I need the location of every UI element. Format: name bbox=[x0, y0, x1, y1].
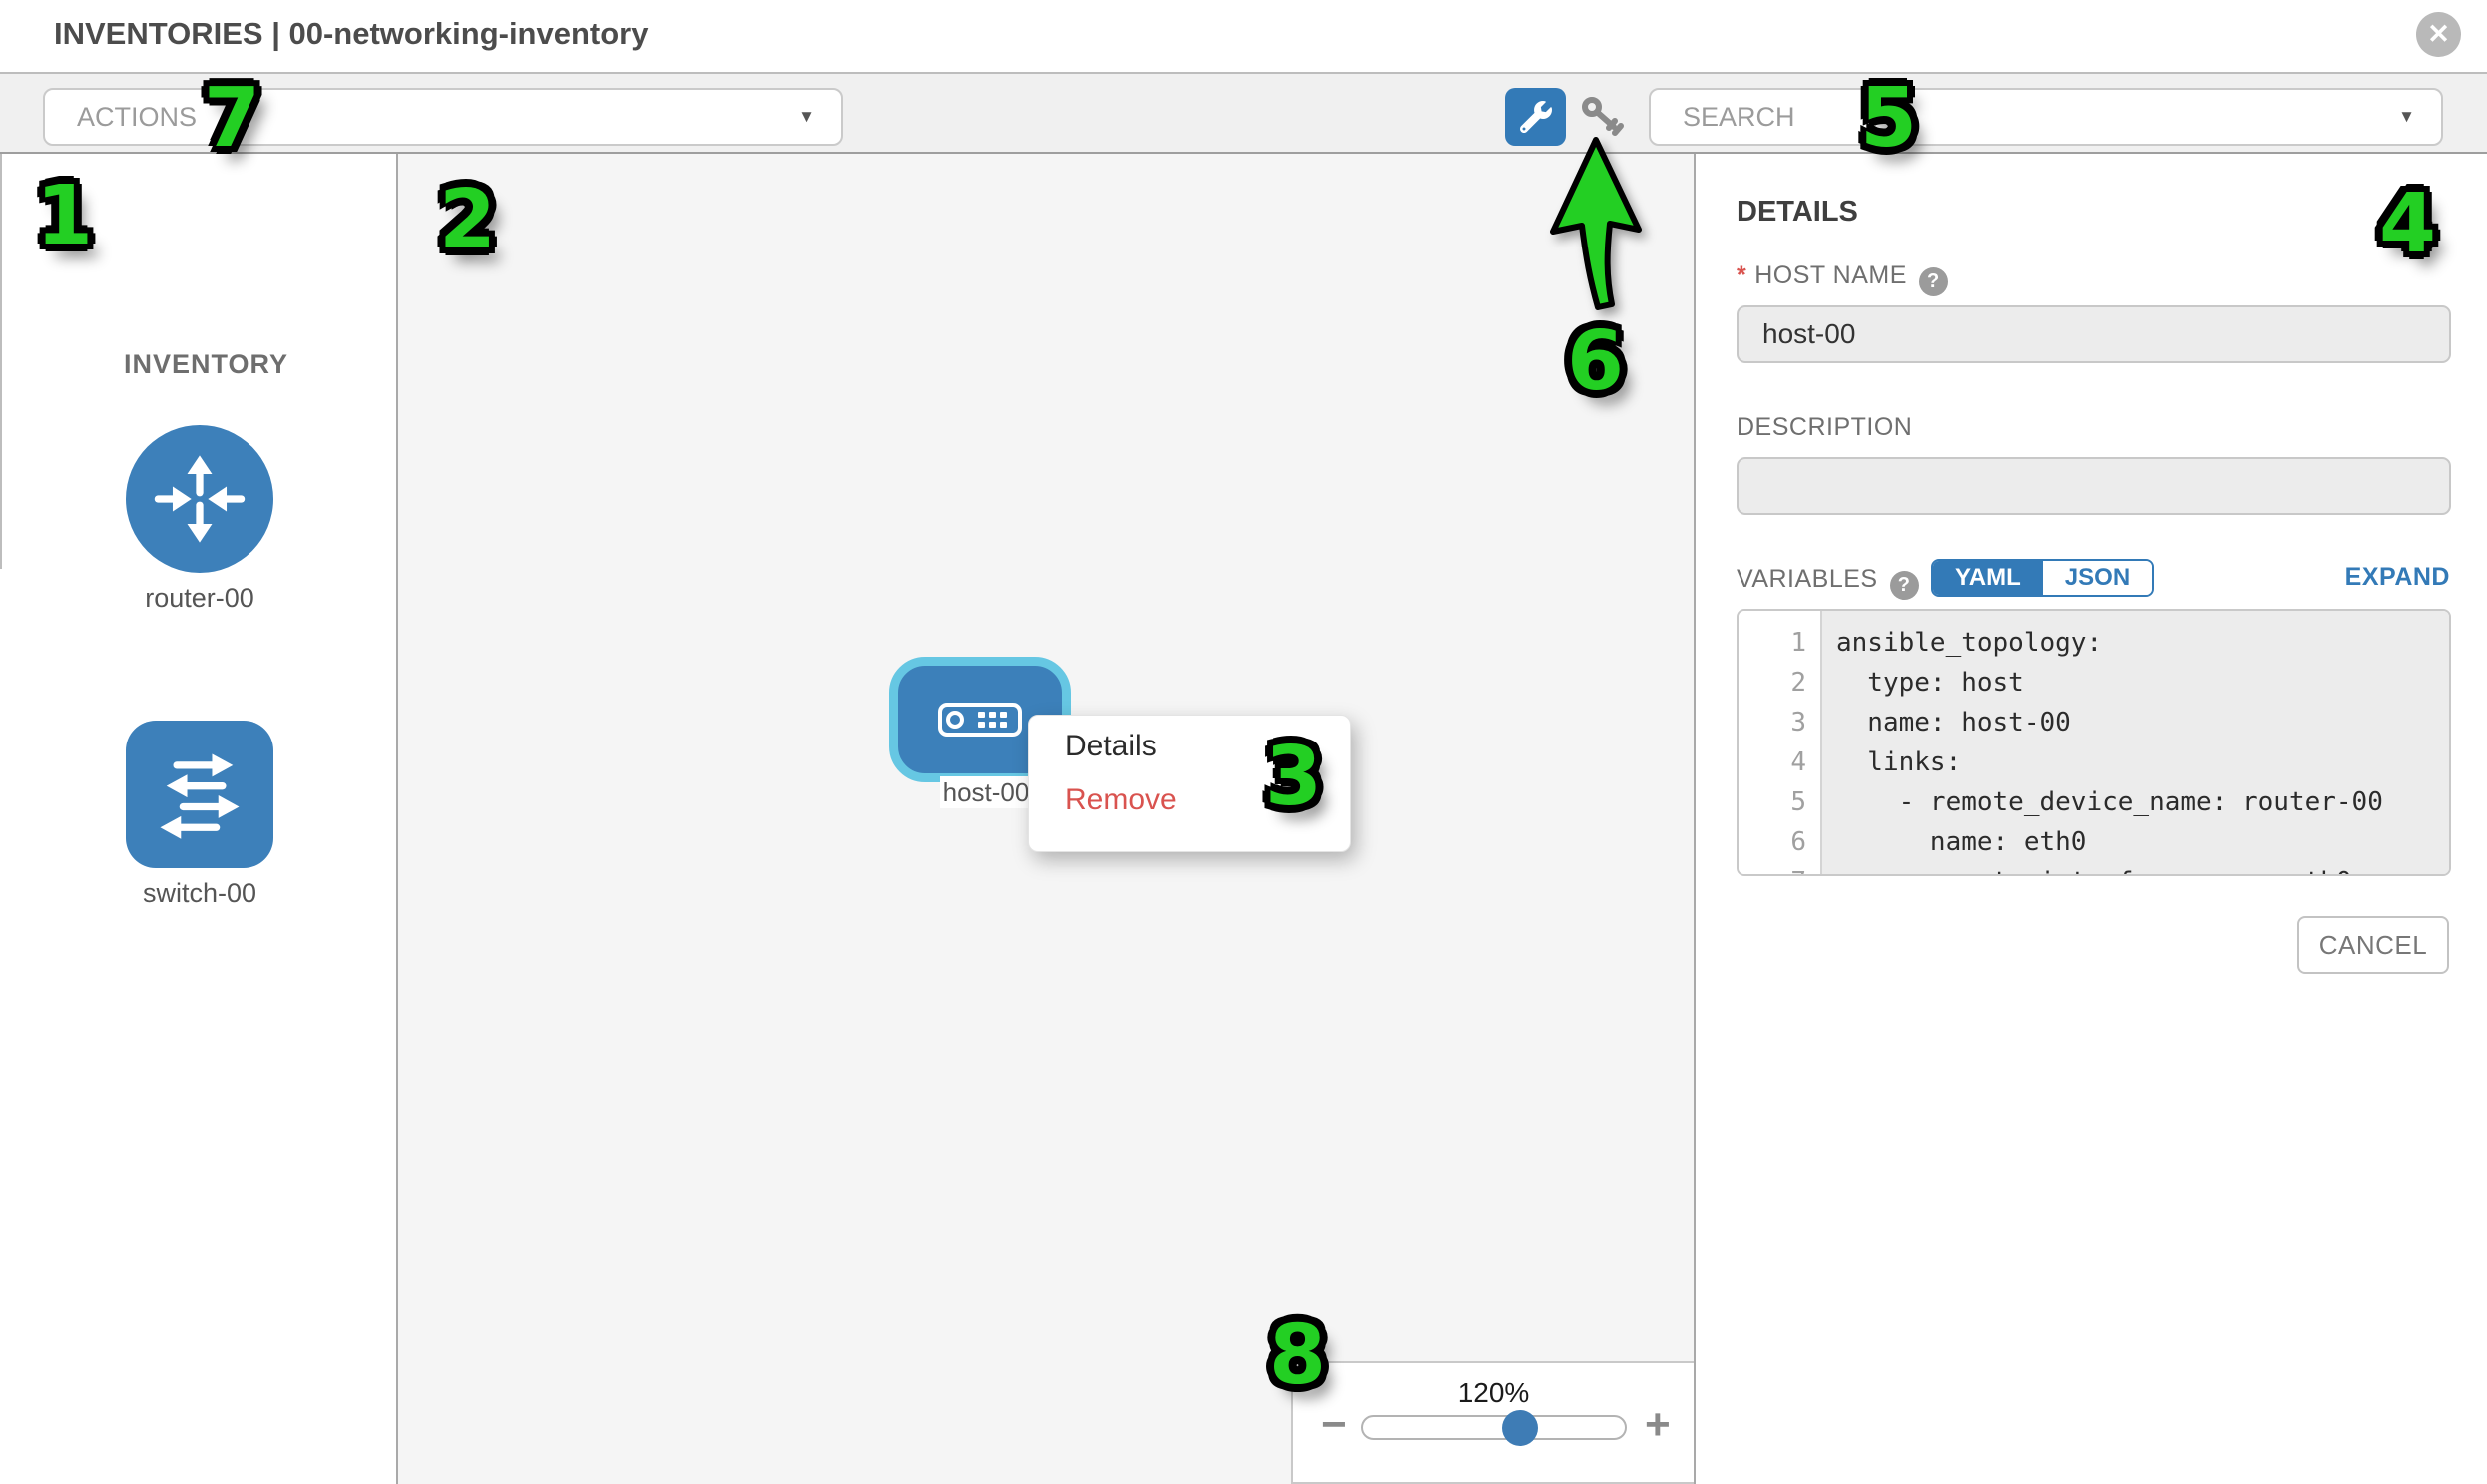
palette-item-router[interactable]: router-00 bbox=[80, 425, 319, 614]
palette-title: INVENTORY bbox=[124, 349, 288, 380]
variables-format-toggle: YAML JSON bbox=[1931, 559, 2154, 597]
wrench-icon bbox=[1520, 101, 1552, 133]
variables-label: VARIABLES bbox=[1737, 565, 1878, 593]
description-label: DESCRIPTION bbox=[1737, 413, 1912, 442]
palette-item-label: switch-00 bbox=[80, 878, 319, 909]
host-name-label-row: * HOST NAME? bbox=[1737, 261, 1948, 296]
annotation-6: 6 bbox=[1567, 321, 1624, 403]
yaml-toggle-button[interactable]: YAML bbox=[1933, 561, 2043, 595]
details-panel-title: DETAILS bbox=[1737, 196, 1858, 229]
switch-icon bbox=[148, 742, 251, 846]
code-line: links: bbox=[1836, 742, 2449, 782]
help-icon[interactable]: ? bbox=[1919, 267, 1948, 296]
code-line: remote_interface_name: eth0 bbox=[1836, 862, 2449, 876]
annotation-5: 5 bbox=[1860, 78, 1917, 160]
line-number: 6 bbox=[1739, 822, 1820, 862]
zoom-in-button[interactable]: + bbox=[1645, 1405, 1671, 1445]
code-line: type: host bbox=[1836, 663, 2449, 703]
line-number: 3 bbox=[1739, 703, 1820, 742]
required-asterisk: * bbox=[1737, 261, 1746, 289]
chevron-down-icon: ▼ bbox=[798, 107, 841, 127]
annotation-1: 1 bbox=[36, 176, 93, 257]
router-icon bbox=[148, 447, 251, 551]
topology-canvas[interactable]: host-00 Details Remove 120% − + bbox=[398, 154, 1694, 1484]
line-number: 7 bbox=[1739, 862, 1820, 876]
code-line: name: eth0 bbox=[1836, 822, 2449, 862]
search-dropdown[interactable]: SEARCH ▼ bbox=[1649, 88, 2443, 146]
minus-icon: − bbox=[1321, 1400, 1347, 1449]
annotation-7: 7 bbox=[204, 78, 260, 160]
cancel-button[interactable]: CANCEL bbox=[2297, 916, 2449, 974]
server-icon bbox=[938, 703, 1022, 737]
close-icon: ✕ bbox=[2427, 19, 2450, 50]
zoom-control: 120% − + bbox=[1291, 1361, 1694, 1484]
variables-label-row: VARIABLES? bbox=[1737, 565, 1919, 600]
zoom-slider-thumb[interactable] bbox=[1502, 1410, 1538, 1446]
key-credential-button[interactable] bbox=[1581, 96, 1627, 138]
switch-shape bbox=[126, 721, 273, 868]
sidebar-edge-divider bbox=[0, 154, 2, 569]
host-node-label: host-00 bbox=[940, 776, 1032, 808]
plus-icon: + bbox=[1645, 1400, 1671, 1449]
annotation-4: 4 bbox=[2379, 184, 2436, 265]
close-button[interactable]: ✕ bbox=[2416, 12, 2461, 57]
code-area[interactable]: ansible_topology: type: host name: host-… bbox=[1822, 611, 2449, 874]
toolbox-toggle-button[interactable] bbox=[1505, 88, 1566, 146]
page-header: INVENTORIES | 00-networking-inventory ✕ bbox=[0, 0, 2487, 72]
toolbar: ACTIONS ▼ SEARCH ▼ bbox=[0, 72, 2487, 154]
zoom-level-label: 120% bbox=[1293, 1377, 1694, 1409]
code-line: name: host-00 bbox=[1836, 703, 2449, 742]
palette-item-switch[interactable]: switch-00 bbox=[80, 721, 319, 909]
line-number: 1 bbox=[1739, 623, 1820, 663]
expand-link[interactable]: EXPAND bbox=[2325, 563, 2450, 592]
code-gutter: 1 2 3 4 5 6 7 bbox=[1739, 611, 1822, 874]
host-name-value: host-00 bbox=[1762, 318, 1855, 350]
chevron-down-icon: ▼ bbox=[2398, 107, 2441, 127]
router-shape bbox=[126, 425, 273, 573]
line-number: 5 bbox=[1739, 782, 1820, 822]
search-dropdown-label: SEARCH bbox=[1651, 102, 2398, 133]
page-title: INVENTORIES | 00-networking-inventory bbox=[54, 16, 648, 52]
zoom-out-button[interactable]: − bbox=[1321, 1405, 1347, 1445]
inventory-topology-screen: INVENTORIES | 00-networking-inventory ✕ … bbox=[0, 0, 2487, 1484]
annotation-3: 3 bbox=[1265, 737, 1322, 818]
actions-dropdown[interactable]: ACTIONS ▼ bbox=[43, 88, 843, 146]
zoom-slider-track[interactable] bbox=[1361, 1415, 1627, 1440]
variables-code-editor[interactable]: 1 2 3 4 5 6 7 ansible_topology: type: ho… bbox=[1737, 609, 2451, 876]
annotation-2: 2 bbox=[439, 180, 496, 261]
description-input[interactable] bbox=[1737, 457, 2451, 515]
code-line: ansible_topology: bbox=[1836, 623, 2449, 663]
host-name-input[interactable]: host-00 bbox=[1737, 305, 2451, 363]
actions-dropdown-label: ACTIONS bbox=[45, 102, 798, 133]
annotation-8: 8 bbox=[1269, 1315, 1326, 1397]
key-icon bbox=[1581, 96, 1627, 138]
palette-item-label: router-00 bbox=[80, 583, 319, 614]
inventory-palette: INVENTORY router-00 bbox=[0, 154, 398, 1484]
code-line: - remote_device_name: router-00 bbox=[1836, 782, 2449, 822]
host-name-label: HOST NAME bbox=[1754, 261, 1907, 289]
json-toggle-button[interactable]: JSON bbox=[2043, 561, 2152, 595]
line-number: 4 bbox=[1739, 742, 1820, 782]
line-number: 2 bbox=[1739, 663, 1820, 703]
help-icon[interactable]: ? bbox=[1890, 571, 1919, 600]
